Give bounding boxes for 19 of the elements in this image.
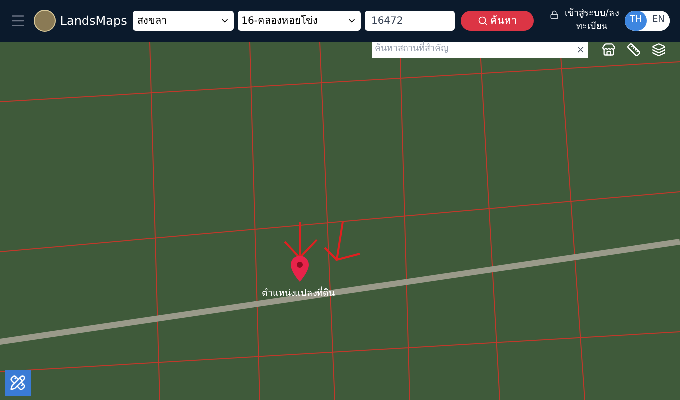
login-link[interactable]: เข้าสู่ระบบ/ลงทะเบียน	[562, 8, 621, 34]
district-select[interactable]: 16-คลองหอยโข่ง	[238, 11, 362, 31]
store-icon[interactable]	[602, 43, 616, 57]
province-select[interactable]: สงขลา	[133, 11, 234, 31]
layers-icon[interactable]	[652, 43, 666, 57]
pencil-ruler-icon	[10, 375, 26, 391]
marker-label: ตำแหน่งแปลงที่ดิน	[262, 288, 335, 302]
place-search-field[interactable]: ค้นหาสถานที่สำคัญ ×	[372, 42, 588, 58]
clear-button[interactable]: ×	[576, 42, 585, 58]
drawing-tools-button[interactable]	[5, 370, 31, 396]
search-button[interactable]: ค้นหา	[461, 11, 534, 31]
parcel-number-field[interactable]: 16472	[365, 11, 456, 31]
language-toggle[interactable]: TH	[624, 11, 648, 31]
ruler-icon[interactable]	[626, 43, 642, 57]
location-pin-icon	[291, 256, 309, 282]
logo-icon	[34, 10, 56, 32]
search-icon	[478, 16, 488, 26]
lock-icon	[550, 10, 559, 20]
brand-name: LandsMaps	[60, 13, 128, 30]
